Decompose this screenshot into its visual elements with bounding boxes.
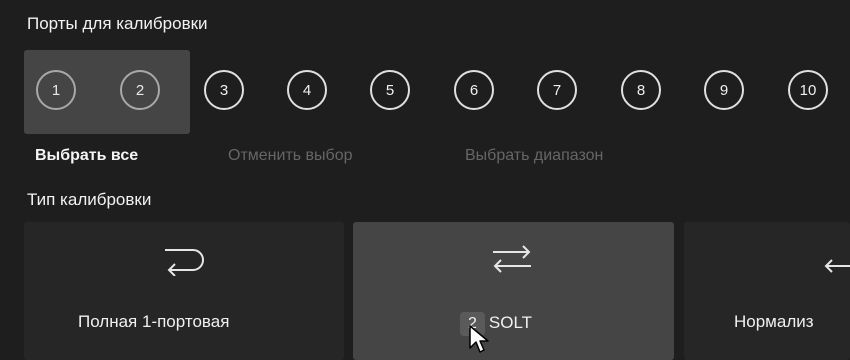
cal-type-label: Нормализ xyxy=(734,312,814,331)
two-port-arrows-icon xyxy=(493,245,531,273)
ports-row: 1 2 3 4 5 6 7 8 9 10 xyxy=(24,50,850,134)
cal-type-label: SOLT xyxy=(488,313,533,332)
port-10-button[interactable]: 10 xyxy=(788,70,828,110)
port-4-button[interactable]: 4 xyxy=(287,70,327,110)
cal-type-solt[interactable]: 2 SOLT xyxy=(353,222,674,360)
cal-type-label: Полная 1-портовая xyxy=(78,312,230,331)
cancel-selection-button[interactable]: Отменить выбор xyxy=(228,147,353,165)
port-8-button[interactable]: 8 xyxy=(621,70,661,110)
calibration-types-row: Полная 1-портовая 2 SOLT Нормализ xyxy=(24,222,850,360)
port-1-button[interactable]: 1 xyxy=(36,70,76,110)
normalization-arrow-icon xyxy=(824,259,850,273)
port-5-button[interactable]: 5 xyxy=(370,70,410,110)
select-range-button[interactable]: Выбрать диапазон xyxy=(465,147,603,165)
port-3-button[interactable]: 3 xyxy=(204,70,244,110)
port-6-button[interactable]: 6 xyxy=(454,70,494,110)
port-2-button[interactable]: 2 xyxy=(120,70,160,110)
cal-type-normalization[interactable]: Нормализ xyxy=(684,222,850,360)
calibration-type-title: Тип калибровки xyxy=(27,190,152,209)
port-7-button[interactable]: 7 xyxy=(537,70,577,110)
one-port-loop-icon xyxy=(165,249,204,276)
port-9-button[interactable]: 9 xyxy=(704,70,744,110)
mouse-cursor-icon xyxy=(469,325,489,353)
cal-type-full-one-port[interactable]: Полная 1-портовая xyxy=(24,222,344,360)
ports-section-title: Порты для калибровки xyxy=(27,14,208,33)
select-all-button[interactable]: Выбрать все xyxy=(35,147,138,165)
